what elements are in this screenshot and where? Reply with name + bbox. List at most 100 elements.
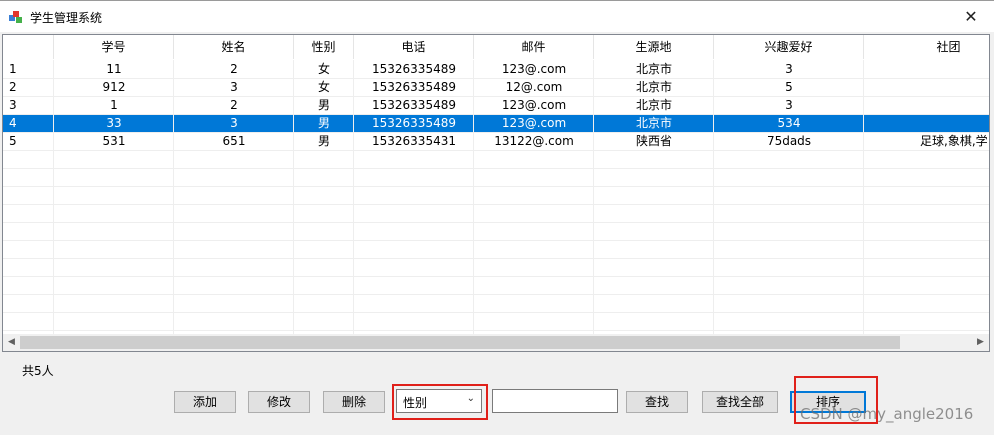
cell-phone: 15326335489	[372, 80, 456, 94]
cell-origin: 陕西省	[635, 134, 672, 148]
grid-line-horizontal	[3, 276, 989, 277]
grid-line-vertical	[293, 60, 294, 334]
cell-club	[864, 78, 989, 96]
cell-hobby: 3	[785, 98, 793, 112]
scroll-right-icon[interactable]: ▶	[972, 334, 989, 351]
cell-row-number: 2	[9, 80, 17, 94]
cell-origin: 北京市	[635, 62, 672, 76]
grid-line-horizontal	[3, 78, 989, 79]
grid-line-horizontal	[3, 96, 989, 97]
table-row[interactable]: 5 531 651 男 15326335431 13122@.com 陕西省 75dads 足球…	[3, 132, 989, 150]
scroll-left-icon[interactable]: ◀	[3, 334, 20, 351]
cell-student-id: 531	[102, 134, 126, 148]
cell-club	[864, 114, 989, 132]
cell-email: 123@.com	[501, 116, 567, 130]
table-row[interactable]: 1 11 2 女 15326335489 123@.com 北京市 3	[3, 60, 989, 78]
cell-club: 足球,象棋,学:	[920, 134, 990, 148]
grid-line-vertical	[473, 60, 474, 334]
cell-student-id: 33	[106, 116, 122, 130]
grid-line-horizontal	[3, 294, 989, 295]
column-header-email[interactable]: 邮件	[474, 35, 594, 59]
cell-origin: 北京市	[635, 116, 672, 130]
column-header-student-id[interactable]: 学号	[54, 35, 174, 59]
cell-name: 3	[230, 116, 238, 130]
cell-phone: 15326335489	[372, 116, 456, 130]
cell-hobby: 3	[785, 62, 793, 76]
cell-gender: 男	[317, 98, 330, 112]
close-icon[interactable]: ✕	[948, 1, 994, 32]
cell-phone: 15326335431	[372, 134, 456, 148]
cell-student-id: 1	[110, 98, 118, 112]
grid-line-vertical	[173, 60, 174, 334]
grid-line-vertical	[53, 60, 54, 334]
cell-gender: 男	[317, 116, 330, 130]
column-header-row-number[interactable]	[3, 35, 54, 59]
cell-phone: 15326335489	[372, 62, 456, 76]
grid-line-vertical	[863, 60, 864, 334]
grid-line-vertical	[713, 60, 714, 334]
cell-email: 13122@.com	[494, 134, 574, 148]
cell-club	[864, 96, 989, 114]
find-all-button[interactable]: 查找全部	[702, 391, 778, 413]
cell-phone: 15326335489	[372, 98, 456, 112]
window-title: 学生管理系统	[30, 11, 103, 25]
cell-hobby: 534	[777, 116, 801, 130]
grid-line-horizontal	[3, 204, 989, 205]
cell-email: 123@.com	[501, 98, 567, 112]
grid-line-horizontal	[3, 186, 989, 187]
column-header-name[interactable]: 姓名	[174, 35, 294, 59]
table-row[interactable]: 2 912 3 女 15326335489 12@.com 北京市 5	[3, 78, 989, 96]
cell-name: 651	[222, 134, 246, 148]
column-header-phone[interactable]: 电话	[354, 35, 474, 59]
cell-gender: 女	[317, 62, 330, 76]
cell-row-number: 5	[9, 134, 17, 148]
table-header: 学号 姓名 性别 电话 邮件 生源地 兴趣爱好 社团	[3, 35, 989, 59]
cell-gender: 女	[317, 80, 330, 94]
modify-button[interactable]: 修改	[248, 391, 310, 413]
grid-line-horizontal	[3, 168, 989, 169]
search-input[interactable]	[492, 389, 618, 413]
cell-name: 2	[230, 98, 238, 112]
column-header-hobby[interactable]: 兴趣爱好	[714, 35, 864, 59]
grid-line-horizontal	[3, 222, 989, 223]
cell-student-id: 912	[102, 80, 126, 94]
app-icon	[9, 11, 22, 23]
title-bar: 学生管理系统 ✕	[0, 0, 994, 32]
horizontal-scrollbar[interactable]: ◀ ▶	[3, 334, 989, 351]
cell-hobby: 5	[785, 80, 793, 94]
cell-row-number: 4	[9, 116, 17, 130]
grid-line-horizontal	[3, 150, 989, 151]
find-button[interactable]: 查找	[626, 391, 688, 413]
cell-row-number: 3	[9, 98, 17, 112]
grid-line-horizontal	[3, 258, 989, 259]
cell-gender: 男	[317, 134, 330, 148]
grid-line-horizontal	[3, 240, 989, 241]
table-row[interactable]: 3 1 2 男 15326335489 123@.com 北京市 3	[3, 96, 989, 114]
annotation-box-select	[392, 384, 488, 420]
cell-email: 123@.com	[501, 62, 567, 76]
student-table[interactable]: 学号 姓名 性别 电话 邮件 生源地 兴趣爱好 社团 1 11 2 女 15326335489 123@…	[2, 34, 990, 352]
cell-row-number: 1	[9, 62, 17, 76]
grid-line-horizontal	[3, 132, 989, 133]
watermark: CSDN @my_angle2016	[800, 405, 974, 423]
cell-club	[864, 60, 989, 78]
table-row[interactable]: 4 33 3 男 15326335489 123@.com 北京市 534	[3, 114, 989, 132]
grid-line-horizontal	[3, 312, 989, 313]
column-header-origin[interactable]: 生源地	[594, 35, 714, 59]
grid-line-vertical	[593, 60, 594, 334]
cell-name: 2	[230, 62, 238, 76]
grid-line-vertical	[353, 60, 354, 334]
column-header-club[interactable]: 社团	[864, 35, 989, 59]
cell-origin: 北京市	[635, 98, 672, 112]
scrollbar-thumb[interactable]	[20, 336, 900, 349]
add-button[interactable]: 添加	[174, 391, 236, 413]
cell-student-id: 11	[106, 62, 122, 76]
grid-line-horizontal	[3, 114, 989, 115]
cell-hobby: 75dads	[766, 134, 812, 148]
grid-line-horizontal	[3, 330, 989, 331]
column-header-gender[interactable]: 性别	[294, 35, 354, 59]
cell-origin: 北京市	[635, 80, 672, 94]
delete-button[interactable]: 删除	[323, 391, 385, 413]
student-count: 共5人	[22, 364, 54, 378]
cell-name: 3	[230, 80, 238, 94]
